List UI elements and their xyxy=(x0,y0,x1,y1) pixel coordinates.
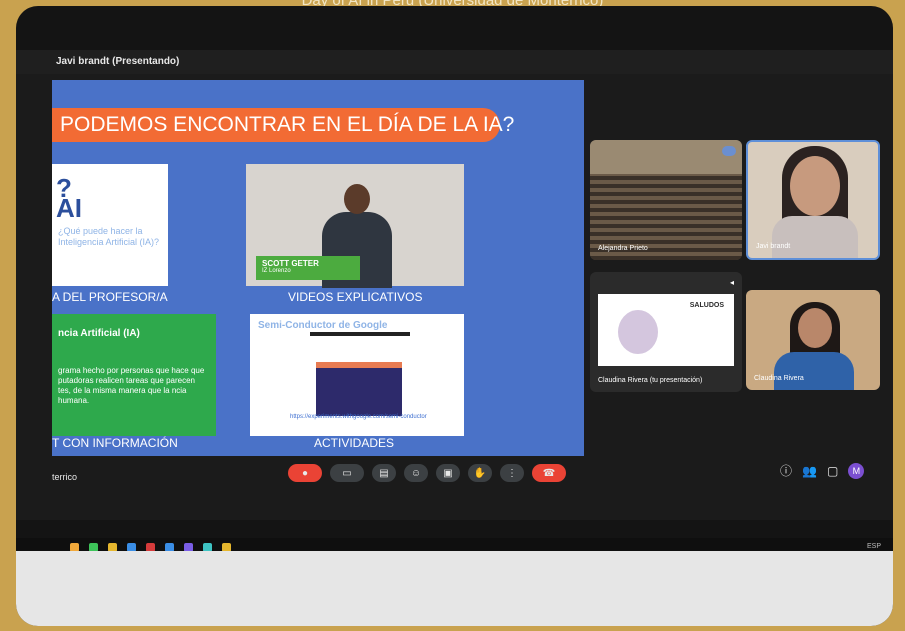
speaker-name: SCOTT GETER xyxy=(262,259,319,268)
activity-link: https://experiments.withgoogle.com/semi-… xyxy=(290,414,427,420)
participant-name: Claudina Rivera (tu presentación) xyxy=(598,377,703,384)
divider xyxy=(310,332,410,336)
preview-title: SALUDOS xyxy=(689,302,724,309)
side-controls: ⓘ 👥 ▢ M xyxy=(780,462,865,479)
caption-videos: VIDEOS EXPLICATIVOS xyxy=(288,290,423,304)
end-call-button[interactable]: ☎ xyxy=(532,464,566,482)
participant-tile-active[interactable]: Javi brandt xyxy=(746,140,880,260)
bottom-panel xyxy=(16,551,893,626)
thumb-info-body: grama hecho por personas que hace que pu… xyxy=(58,366,205,405)
participant-name: Alejandra Prieto xyxy=(598,245,648,252)
people-icon[interactable]: 👥 xyxy=(802,464,817,478)
system-tray[interactable]: ESP xyxy=(867,543,881,550)
raise-hand-button[interactable]: ✋ xyxy=(468,464,492,482)
ai-logo: ? AI xyxy=(56,173,82,223)
captions-button[interactable]: ▤ xyxy=(372,464,396,482)
presenter-name: Javi brandt (Presentando) xyxy=(56,56,180,67)
mic-off-icon: ◂ xyxy=(729,278,734,287)
camera-button[interactable]: ▭ xyxy=(330,464,364,482)
call-controls: ● ▭ ▤ ☺ ▣ ✋ ⋮ ☎ xyxy=(288,464,566,482)
participant-name: Claudina Rivera xyxy=(754,375,804,382)
thumb-teacher-guide: ? AI ¿Qué puede hacer la Inteligencia Art… xyxy=(52,164,168,286)
participant-tile[interactable]: Claudina Rivera xyxy=(746,290,880,390)
speaker-nameplate: SCOTT GETER IZ Lorenzo xyxy=(256,256,360,280)
meet-window: Javi brandt (Presentando) PODEMOS ENCONT… xyxy=(16,50,893,558)
caption-teacher: A DEL PROFESOR/A xyxy=(52,290,168,304)
speaker-role: IZ Lorenzo xyxy=(262,268,291,274)
mic-off-button[interactable]: ● xyxy=(288,464,322,482)
meet-top-bar: Javi brandt (Presentando) xyxy=(16,50,893,74)
video-card: Javi brandt (Presentando) PODEMOS ENCONT… xyxy=(16,6,893,626)
participant-tile-presentation[interactable]: ◂ SALUDOS Claudina Rivera (tu presentaci… xyxy=(590,272,742,392)
emoji-button[interactable]: ☺ xyxy=(404,464,428,482)
thumb-info-heading: ncia Artificial (IA) xyxy=(58,328,140,339)
more-options-button[interactable]: ⋮ xyxy=(500,464,524,482)
meeting-name: terrico xyxy=(52,472,78,482)
info-icon[interactable]: ⓘ xyxy=(780,462,792,479)
slide-title: PODEMOS ENCONTRAR EN EL DÍA DE LA IA? xyxy=(52,108,514,142)
thumb-teacher-text: ¿Qué puede hacer la Inteligencia Artific… xyxy=(58,226,160,247)
thumb-activities: Semi-Conductor de Google https://experim… xyxy=(250,314,464,436)
audio-badge-icon xyxy=(722,146,736,156)
chat-icon[interactable]: ▢ xyxy=(827,464,838,478)
shared-slide: PODEMOS ENCONTRAR EN EL DÍA DE LA IA? ? A… xyxy=(52,80,584,456)
present-button[interactable]: ▣ xyxy=(436,464,460,482)
caption-info: T CON INFORMACIÓN xyxy=(52,436,178,450)
activity-image xyxy=(316,362,402,416)
participant-name: Javi brandt xyxy=(756,243,791,250)
thumb-info: ncia Artificial (IA) grama hecho por per… xyxy=(52,314,216,436)
user-avatar[interactable]: M xyxy=(848,462,865,479)
participant-tile[interactable]: Alejandra Prieto xyxy=(590,140,742,260)
thumb-activities-heading: Semi-Conductor de Google xyxy=(258,320,388,331)
presentation-preview: SALUDOS xyxy=(598,294,734,366)
thumb-video: SCOTT GETER IZ Lorenzo xyxy=(246,164,464,288)
caption-activities: ACTIVIDADES xyxy=(314,436,395,450)
